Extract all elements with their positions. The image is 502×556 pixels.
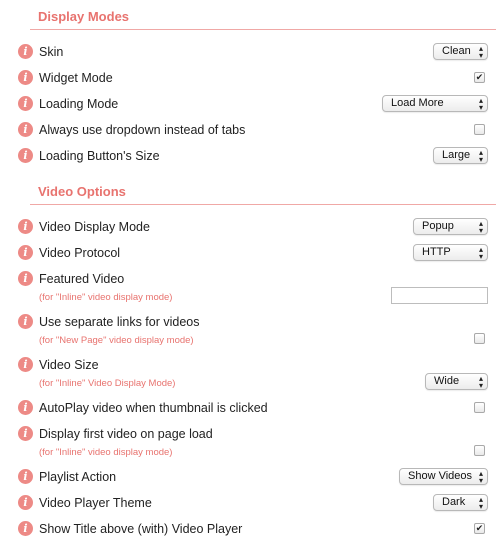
setting-label: AutoPlay video when thumbnail is clicked xyxy=(39,401,268,415)
info-icon[interactable]: i xyxy=(18,44,33,59)
section-divider xyxy=(30,204,496,205)
info-icon[interactable]: i xyxy=(18,426,33,441)
select-value: Clean xyxy=(442,45,471,57)
chevron-updown-icon: ▴ ▾ xyxy=(478,218,483,235)
player-theme-select[interactable]: Dark ▴ ▾ xyxy=(433,494,488,511)
select-value: Popup xyxy=(422,220,454,232)
info-icon[interactable]: i xyxy=(18,495,33,510)
setting-label: Loading Mode xyxy=(39,97,119,111)
chevron-updown-icon: ▴ ▾ xyxy=(478,468,483,485)
info-icon[interactable]: i xyxy=(18,357,33,372)
select-value: Large xyxy=(442,149,471,161)
loading-mode-select[interactable]: Load More ▴ ▾ xyxy=(382,95,488,112)
info-icon[interactable]: i xyxy=(18,314,33,329)
playlist-action-select[interactable]: Show Videos ▴ ▾ xyxy=(399,468,488,485)
info-icon[interactable]: i xyxy=(18,469,33,484)
setting-label: Video Display Mode xyxy=(39,220,150,234)
autoplay-checkbox[interactable] xyxy=(474,402,485,413)
setting-label: Video Protocol xyxy=(39,246,121,260)
check-icon: ✔ xyxy=(475,72,484,82)
section-title-video-options: Video Options xyxy=(38,184,126,199)
info-icon[interactable]: i xyxy=(18,271,33,286)
info-icon[interactable]: i xyxy=(18,70,33,85)
info-icon[interactable]: i xyxy=(18,521,33,536)
select-value: Wide xyxy=(434,375,460,387)
video-protocol-select[interactable]: HTTP ▴ ▾ xyxy=(413,244,488,261)
chevron-updown-icon: ▴ ▾ xyxy=(478,95,483,112)
setting-label: Video Size xyxy=(39,358,99,372)
setting-label: Widget Mode xyxy=(39,71,113,85)
check-icon: ✔ xyxy=(475,523,484,533)
info-icon[interactable]: i xyxy=(18,245,33,260)
display-first-checkbox[interactable] xyxy=(474,445,485,456)
setting-sublabel: (for "Inline" Video Display Mode) xyxy=(39,378,176,389)
setting-sublabel: (for "New Page" video display mode) xyxy=(39,335,194,346)
video-display-mode-select[interactable]: Popup ▴ ▾ xyxy=(413,218,488,235)
select-value: Show Videos xyxy=(408,470,473,482)
skin-select[interactable]: Clean ▴ ▾ xyxy=(433,43,488,60)
setting-label: Skin xyxy=(39,45,64,59)
setting-sublabel: (for "Inline" video display mode) xyxy=(39,447,173,458)
setting-label: Always use dropdown instead of tabs xyxy=(39,123,246,137)
setting-label: Display first video on page load xyxy=(39,427,213,441)
featured-video-input[interactable] xyxy=(391,287,488,304)
show-title-checkbox[interactable]: ✔ xyxy=(474,523,485,534)
section-title-display-modes: Display Modes xyxy=(38,9,130,24)
chevron-updown-icon: ▴ ▾ xyxy=(478,43,483,60)
setting-label: Playlist Action xyxy=(39,470,117,484)
setting-label: Video Player Theme xyxy=(39,496,152,510)
chevron-updown-icon: ▴ ▾ xyxy=(478,373,483,390)
section-divider xyxy=(30,29,496,30)
widget-mode-checkbox[interactable]: ✔ xyxy=(474,72,485,83)
always-dropdown-checkbox[interactable] xyxy=(474,124,485,135)
setting-sublabel: (for "Inline" video display mode) xyxy=(39,292,173,303)
info-icon[interactable]: i xyxy=(18,219,33,234)
loading-button-size-select[interactable]: Large ▴ ▾ xyxy=(433,147,488,164)
select-value: HTTP xyxy=(422,246,451,258)
setting-label: Loading Button's Size xyxy=(39,149,160,163)
setting-label: Show Title above (with) Video Player xyxy=(39,522,243,536)
chevron-updown-icon: ▴ ▾ xyxy=(478,147,483,164)
select-value: Load More xyxy=(391,97,444,109)
chevron-updown-icon: ▴ ▾ xyxy=(478,494,483,511)
separate-links-checkbox[interactable] xyxy=(474,333,485,344)
setting-label: Use separate links for videos xyxy=(39,315,200,329)
setting-label: Featured Video xyxy=(39,272,125,286)
video-size-select[interactable]: Wide ▴ ▾ xyxy=(425,373,488,390)
chevron-updown-icon: ▴ ▾ xyxy=(478,244,483,261)
info-icon[interactable]: i xyxy=(18,148,33,163)
info-icon[interactable]: i xyxy=(18,400,33,415)
select-value: Dark xyxy=(442,496,466,508)
info-icon[interactable]: i xyxy=(18,122,33,137)
info-icon[interactable]: i xyxy=(18,96,33,111)
